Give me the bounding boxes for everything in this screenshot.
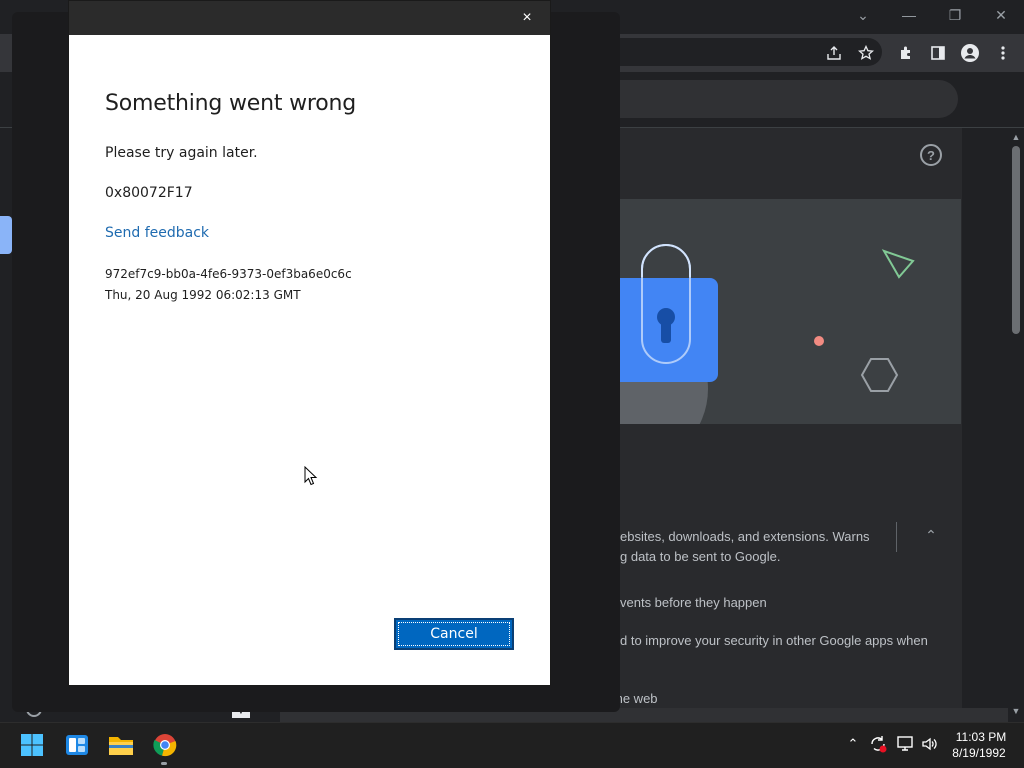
file-explorer-icon[interactable] bbox=[103, 728, 139, 762]
clock-date[interactable]: 8/19/1992 bbox=[948, 746, 1010, 760]
start-icon[interactable] bbox=[14, 728, 50, 762]
restore-button[interactable]: ❐ bbox=[940, 4, 970, 26]
chrome-icon[interactable] bbox=[147, 728, 183, 762]
scrollbar-thumb[interactable] bbox=[1012, 146, 1020, 334]
profile-icon[interactable] bbox=[957, 40, 983, 66]
dialog-titlebar bbox=[69, 1, 550, 35]
error-dialog: × Something went wrong Please try again … bbox=[68, 0, 551, 686]
bookmark-star-icon[interactable] bbox=[853, 40, 879, 66]
cancel-button[interactable]: Cancel bbox=[394, 618, 514, 650]
extensions-icon[interactable] bbox=[893, 40, 919, 66]
settings-search-input[interactable] bbox=[600, 80, 958, 118]
sync-alert-icon[interactable] bbox=[868, 734, 888, 754]
error-code: 0x80072F17 bbox=[105, 185, 193, 201]
minimize-button[interactable]: — bbox=[894, 4, 924, 26]
settings-desc-line: g data to be sent to Google. bbox=[620, 549, 781, 564]
mouse-pointer-icon bbox=[304, 465, 318, 491]
divider bbox=[896, 522, 897, 552]
settings-desc-line: vents before they happen bbox=[620, 595, 767, 610]
dialog-message: Please try again later. bbox=[105, 145, 258, 161]
sidebar-item-active[interactable] bbox=[0, 216, 12, 254]
scroll-up-arrow-icon[interactable]: ▲ bbox=[1009, 130, 1023, 144]
dialog-heading: Something went wrong bbox=[105, 91, 356, 116]
correlation-id: 972ef7c9-bb0a-4fe6-9373-0ef3ba6e0c6c bbox=[105, 267, 352, 281]
share-icon[interactable] bbox=[821, 40, 847, 66]
tray-overflow-chevron-icon[interactable]: ⌃ bbox=[843, 734, 863, 754]
collapse-chevron-icon[interactable]: ⌃ bbox=[920, 524, 942, 546]
settings-desc-line: ebsites, downloads, and extensions. Warn… bbox=[620, 529, 870, 544]
menu-icon[interactable] bbox=[990, 40, 1016, 66]
volume-icon[interactable] bbox=[920, 734, 940, 754]
close-icon[interactable]: × bbox=[513, 5, 541, 31]
window-close-button[interactable]: ✕ bbox=[986, 4, 1016, 26]
security-banner-illustration bbox=[590, 199, 961, 424]
network-icon[interactable] bbox=[895, 734, 915, 754]
clock-time[interactable]: 11:03 PM bbox=[952, 730, 1010, 744]
settings-desc-line: d to improve your security in other Goog… bbox=[620, 633, 928, 648]
scroll-down-arrow-icon[interactable]: ▼ bbox=[1009, 704, 1023, 718]
side-panel-icon[interactable] bbox=[925, 40, 951, 66]
help-icon[interactable]: ? bbox=[920, 144, 942, 166]
send-feedback-link[interactable]: Send feedback bbox=[105, 225, 209, 241]
error-timestamp: Thu, 20 Aug 1992 06:02:13 GMT bbox=[105, 288, 301, 302]
widgets-icon[interactable] bbox=[59, 728, 95, 762]
running-indicator bbox=[161, 762, 167, 765]
tab-search-button[interactable]: ⌄ bbox=[848, 4, 878, 26]
